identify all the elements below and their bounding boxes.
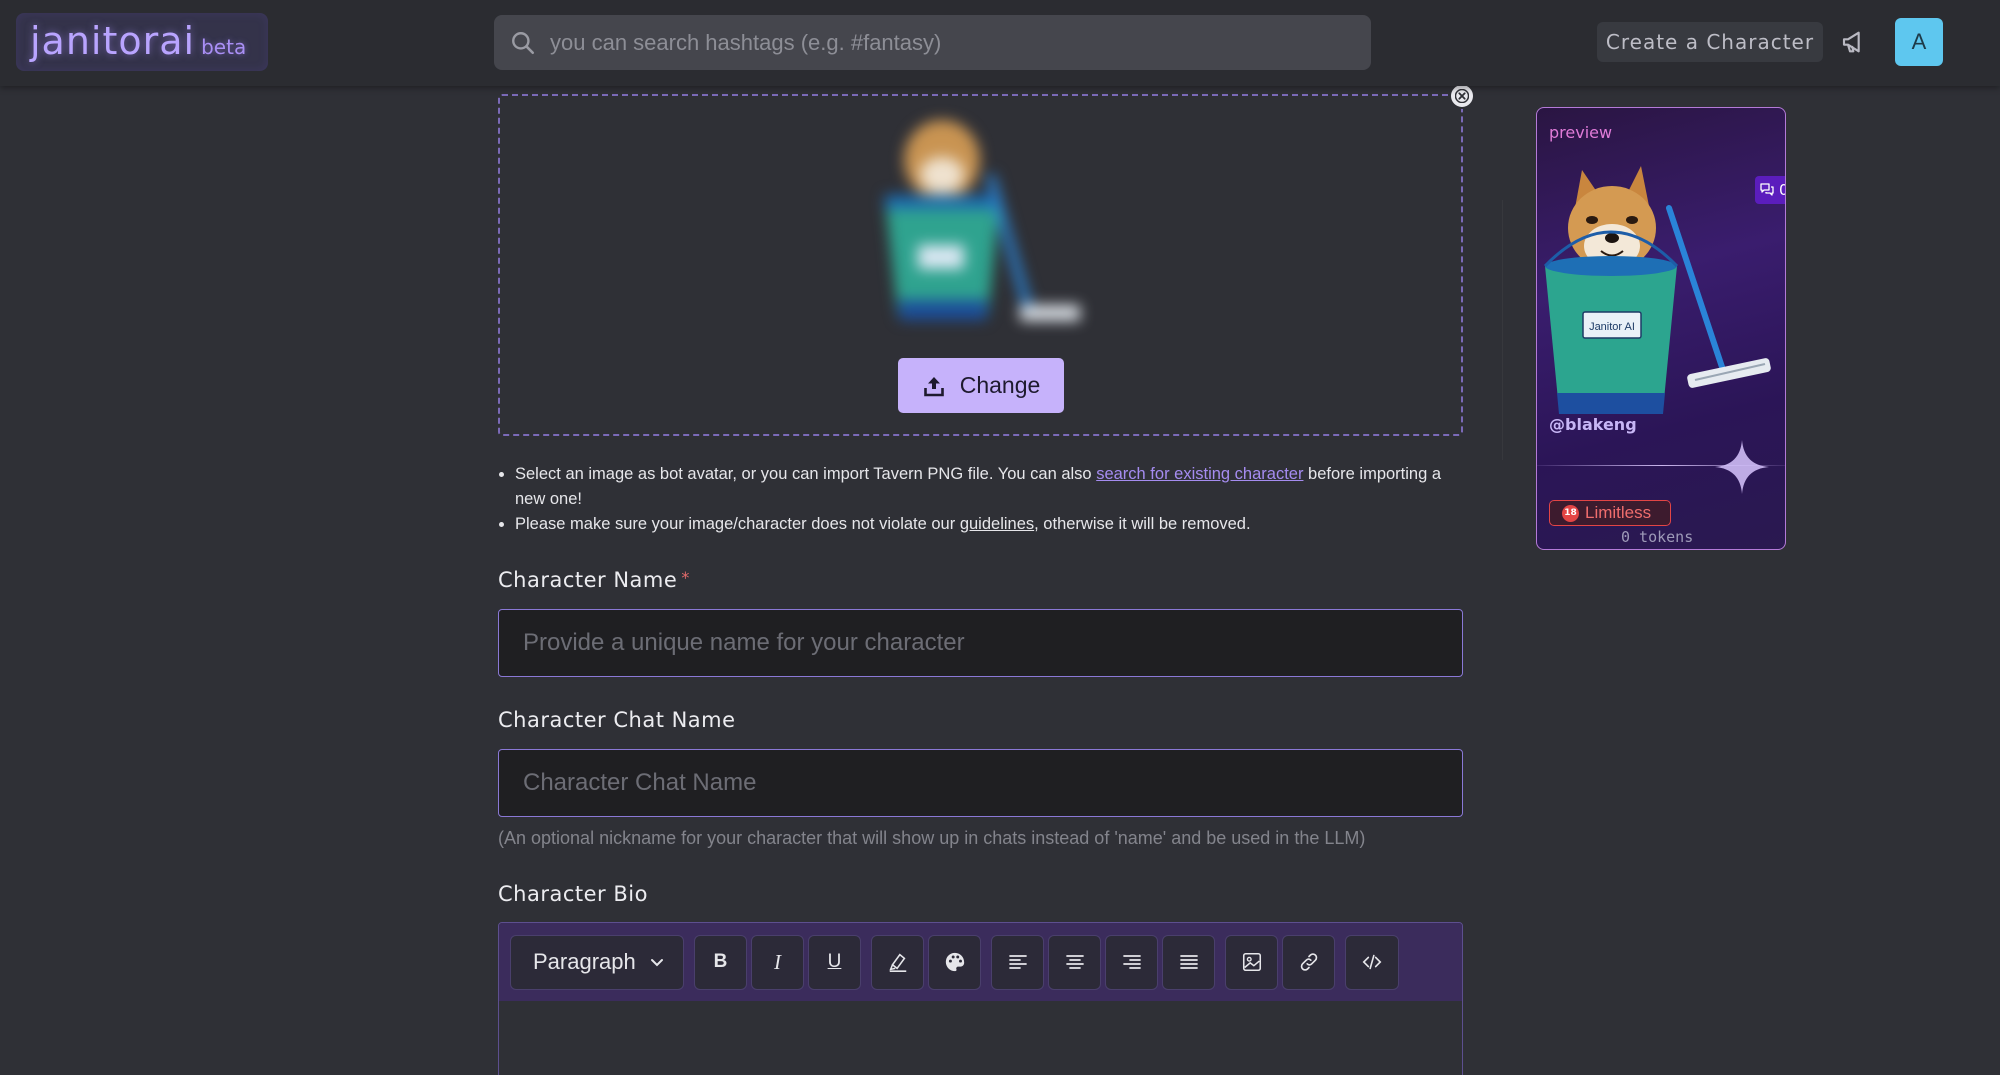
search-icon [512, 31, 535, 54]
character-chat-name-input[interactable] [498, 749, 1463, 817]
character-name-label: Character Name * [498, 568, 690, 592]
close-icon [1455, 89, 1469, 103]
upload-notes: Select an image as bot avatar, or you ca… [492, 462, 1452, 537]
token-count: 0 tokens [1621, 528, 1694, 546]
search-existing-character-link[interactable]: search for existing character [1096, 465, 1303, 483]
note-text: , otherwise it will be removed. [1034, 515, 1251, 533]
search-input[interactable] [550, 29, 1371, 56]
preview-label: preview [1549, 123, 1613, 142]
italic-icon: I [774, 949, 781, 974]
divider [1502, 200, 1503, 460]
link-icon [1300, 953, 1317, 971]
editor-toolbar: Paragraph B I U [499, 923, 1462, 1001]
tag-label: Limitless [1585, 503, 1652, 522]
chevron-down-icon [651, 959, 663, 967]
block-format-dropdown[interactable]: Paragraph [510, 934, 684, 990]
chat-name-helper-text: (An optional nickname for your character… [498, 828, 1366, 848]
logo[interactable]: janitorai beta [16, 13, 268, 71]
label-text: Character Name [498, 568, 678, 592]
block-format-value: Paragraph [533, 949, 636, 974]
character-name-input[interactable] [498, 609, 1463, 677]
align-justify-button[interactable] [1162, 934, 1215, 990]
bold-button[interactable]: B [694, 934, 747, 990]
guidelines-link[interactable]: guidelines [960, 515, 1034, 533]
highlight-icon [888, 953, 906, 972]
logo-name: janitorai [30, 19, 196, 63]
align-left-button[interactable] [991, 934, 1044, 990]
chat-bubbles-icon [1760, 183, 1774, 196]
highlight-button[interactable] [871, 934, 924, 990]
note-text: Select an image as bot avatar, or you ca… [515, 465, 1097, 483]
code-icon [1362, 954, 1382, 970]
age-restricted-icon: 18 [1562, 504, 1579, 522]
bold-icon: B [713, 951, 728, 972]
logo-beta-badge: beta [201, 35, 247, 59]
align-center-icon [1065, 955, 1084, 969]
top-bar: janitorai beta Create a Character A [0, 0, 2000, 86]
tag-badge-limitless[interactable]: 18 Limitless [1549, 500, 1671, 526]
insert-image-button[interactable] [1225, 934, 1278, 990]
character-preview-card: preview Janitor AI 0 @blakeng [1536, 107, 1786, 550]
upload-icon [923, 376, 944, 396]
align-left-icon [1008, 955, 1027, 969]
underline-button[interactable]: U [808, 934, 861, 990]
code-view-button[interactable] [1345, 934, 1399, 990]
note-item: Select an image as bot avatar, or you ca… [515, 462, 1452, 512]
message-count: 0 [1779, 181, 1785, 199]
insert-link-button[interactable] [1282, 934, 1335, 990]
megaphone-icon[interactable] [1840, 26, 1872, 58]
text-color-button[interactable] [928, 934, 981, 990]
image-icon [1242, 952, 1261, 972]
underline-icon: U [827, 951, 842, 972]
user-avatar[interactable]: A [1895, 18, 1943, 66]
bio-rich-text-editor[interactable]: Paragraph B I U [498, 922, 1463, 1075]
bio-editor-content[interactable] [499, 1001, 1462, 1075]
message-count-badge: 0 [1755, 176, 1785, 204]
character-avatar-image: Janitor AI [1543, 166, 1771, 414]
sparkle-icon [1715, 440, 1769, 494]
align-right-button[interactable] [1105, 934, 1158, 990]
remove-image-button[interactable] [1449, 83, 1475, 109]
search-bar[interactable] [494, 15, 1371, 70]
create-character-button[interactable]: Create a Character [1597, 22, 1823, 62]
change-button-label: Change [959, 372, 1041, 398]
character-chat-name-label: Character Chat Name [498, 708, 736, 732]
character-bio-label: Character Bio [498, 882, 648, 906]
note-text: Please make sure your image/character do… [515, 515, 960, 533]
align-justify-icon [1179, 955, 1198, 969]
creator-handle: @blakeng [1549, 415, 1637, 434]
bucket-label: Janitor AI [1589, 321, 1635, 333]
change-image-button[interactable]: Change [898, 358, 1064, 413]
align-right-icon [1122, 955, 1141, 969]
avatar-thumbnail-image [885, 120, 1080, 321]
align-center-button[interactable] [1048, 934, 1101, 990]
note-item: Please make sure your image/character do… [515, 512, 1452, 537]
palette-icon [945, 952, 964, 972]
required-marker: * [681, 568, 690, 587]
italic-button[interactable]: I [751, 934, 804, 990]
